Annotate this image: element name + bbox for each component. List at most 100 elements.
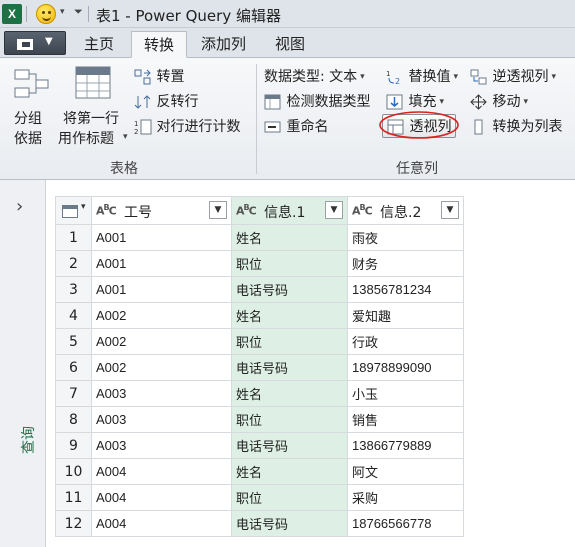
info2-cell[interactable]: 18978899090 (347, 354, 464, 381)
group-by-icon (14, 69, 49, 98)
table-row[interactable]: 4 A002 姓名 爱知趣 (55, 302, 464, 329)
filter-dropdown-icon[interactable]: ▼ (209, 200, 227, 219)
info1-cell[interactable]: 电话号码 (231, 276, 348, 303)
queries-pane-label[interactable]: 查询 (18, 426, 38, 454)
info1-cell[interactable]: 职位 (231, 250, 348, 277)
pivot-column-button[interactable]: 透视列 (382, 114, 457, 138)
id-cell[interactable]: A002 (91, 328, 232, 355)
move-icon (470, 94, 487, 110)
table-row[interactable]: 10 A004 姓名 阿文 (55, 458, 464, 485)
info2-cell[interactable]: 13866779889 (347, 432, 464, 459)
feedback-dropdown-icon[interactable]: ▾ (60, 7, 65, 17)
column-header-info1[interactable]: ABC 信息.1 ▼ (231, 196, 348, 225)
feedback-smiley-icon[interactable] (36, 4, 56, 24)
row-number-cell[interactable]: 2 (55, 250, 92, 277)
info2-cell[interactable]: 采购 (347, 484, 464, 511)
info1-cell[interactable]: 职位 (231, 328, 348, 355)
table-row[interactable]: 11 A004 职位 采购 (55, 484, 464, 511)
info1-cell[interactable]: 职位 (231, 406, 348, 433)
quick-access-customize-icon[interactable]: ⏷ (74, 5, 83, 19)
text-type-icon[interactable]: ABC (352, 203, 373, 218)
excel-app-icon[interactable]: X (2, 4, 22, 24)
info1-cell[interactable]: 职位 (231, 484, 348, 511)
id-cell[interactable]: A002 (91, 302, 232, 329)
row-number-cell[interactable]: 10 (55, 458, 92, 485)
id-cell[interactable]: A002 (91, 354, 232, 381)
tab-transform[interactable]: 转换 (131, 31, 188, 58)
tab-home[interactable]: 主页 (72, 31, 126, 58)
info1-cell[interactable]: 姓名 (231, 302, 348, 329)
table-row[interactable]: 8 A003 职位 销售 (55, 406, 464, 433)
expand-pane-chevron-icon[interactable]: › (16, 196, 23, 217)
column-header-id[interactable]: ABC 工号 ▼ (91, 196, 232, 225)
row-number-cell[interactable]: 7 (55, 380, 92, 407)
info2-cell[interactable]: 行政 (347, 328, 464, 355)
id-cell[interactable]: A003 (91, 380, 232, 407)
table-menu-icon[interactable] (62, 202, 86, 218)
row-number-cell[interactable]: 5 (55, 328, 92, 355)
row-number-cell[interactable]: 9 (55, 432, 92, 459)
info1-cell[interactable]: 姓名 (231, 458, 348, 485)
rename-button[interactable]: 重命名 (264, 116, 328, 136)
info1-cell[interactable]: 电话号码 (231, 432, 348, 459)
column-header-info2[interactable]: ABC 信息.2 ▼ (347, 196, 464, 225)
info2-cell[interactable]: 小玉 (347, 380, 464, 407)
info2-cell[interactable]: 13856781234 (347, 276, 464, 303)
group-by-button[interactable]: 分组 依据 (10, 66, 52, 148)
convert-to-list-button[interactable]: 转换为列表 (470, 116, 562, 136)
table-row[interactable]: 9 A003 电话号码 13866779889 (55, 432, 464, 459)
info1-cell[interactable]: 电话号码 (231, 510, 348, 537)
unpivot-columns-button[interactable]: 逆透视列 ▾ (470, 66, 556, 86)
filter-dropdown-icon[interactable]: ▼ (325, 200, 343, 219)
info2-cell[interactable]: 爱知趣 (347, 302, 464, 329)
row-number-cell[interactable]: 1 (55, 224, 92, 251)
row-number-cell[interactable]: 12 (55, 510, 92, 537)
id-cell[interactable]: A004 (91, 458, 232, 485)
row-number-cell[interactable]: 3 (55, 276, 92, 303)
info2-cell[interactable]: 销售 (347, 406, 464, 433)
table-row[interactable]: 6 A002 电话号码 18978899090 (55, 354, 464, 381)
move-button[interactable]: 移动 ▾ (470, 91, 528, 111)
row-number-cell[interactable]: 11 (55, 484, 92, 511)
filter-dropdown-icon[interactable]: ▼ (441, 200, 459, 219)
table-row[interactable]: 7 A003 姓名 小玉 (55, 380, 464, 407)
reverse-rows-button[interactable]: 反转行 (134, 91, 198, 111)
table-row[interactable]: 12 A004 电话号码 18766566778 (55, 510, 464, 537)
table-row[interactable]: 1 A001 姓名 雨夜 (55, 224, 464, 251)
text-type-icon[interactable]: ABC (236, 203, 257, 218)
info1-cell[interactable]: 电话号码 (231, 354, 348, 381)
table-row[interactable]: 3 A001 电话号码 13856781234 (55, 276, 464, 303)
count-rows-button[interactable]: 12 对行进行计数 (134, 116, 240, 136)
table-menu-cell[interactable] (55, 196, 92, 225)
file-menu-button[interactable]: ▼ (4, 31, 66, 55)
fill-button[interactable]: 填充 ▾ (386, 91, 444, 111)
replace-values-button[interactable]: 12 替换值 ▾ (386, 66, 458, 86)
detect-data-type-button[interactable]: 检测数据类型 (264, 91, 370, 111)
id-cell[interactable]: A001 (91, 276, 232, 303)
row-number-cell[interactable]: 4 (55, 302, 92, 329)
use-first-row-as-headers-button[interactable]: 将第一行 用作标题 ▾ (58, 66, 130, 150)
transpose-button[interactable]: 转置 (134, 66, 184, 86)
fill-label: 填充 (408, 94, 437, 110)
data-type-dropdown[interactable]: 数据类型: 文本 ▾ (264, 66, 365, 86)
chevron-down-icon: ▾ (453, 72, 458, 82)
id-cell[interactable]: A001 (91, 250, 232, 277)
id-cell[interactable]: A003 (91, 406, 232, 433)
info2-cell[interactable]: 雨夜 (347, 224, 464, 251)
id-cell[interactable]: A003 (91, 432, 232, 459)
table-row[interactable]: 5 A002 职位 行政 (55, 328, 464, 355)
tab-view[interactable]: 视图 (263, 31, 317, 58)
table-row[interactable]: 2 A001 职位 财务 (55, 250, 464, 277)
info1-cell[interactable]: 姓名 (231, 380, 348, 407)
id-cell[interactable]: A004 (91, 484, 232, 511)
id-cell[interactable]: A001 (91, 224, 232, 251)
row-number-cell[interactable]: 6 (55, 354, 92, 381)
info2-cell[interactable]: 18766566778 (347, 510, 464, 537)
tab-add-column[interactable]: 添加列 (189, 31, 258, 58)
text-type-icon[interactable]: ABC (96, 203, 117, 218)
info2-cell[interactable]: 阿文 (347, 458, 464, 485)
info2-cell[interactable]: 财务 (347, 250, 464, 277)
id-cell[interactable]: A004 (91, 510, 232, 537)
info1-cell[interactable]: 姓名 (231, 224, 348, 251)
row-number-cell[interactable]: 8 (55, 406, 92, 433)
